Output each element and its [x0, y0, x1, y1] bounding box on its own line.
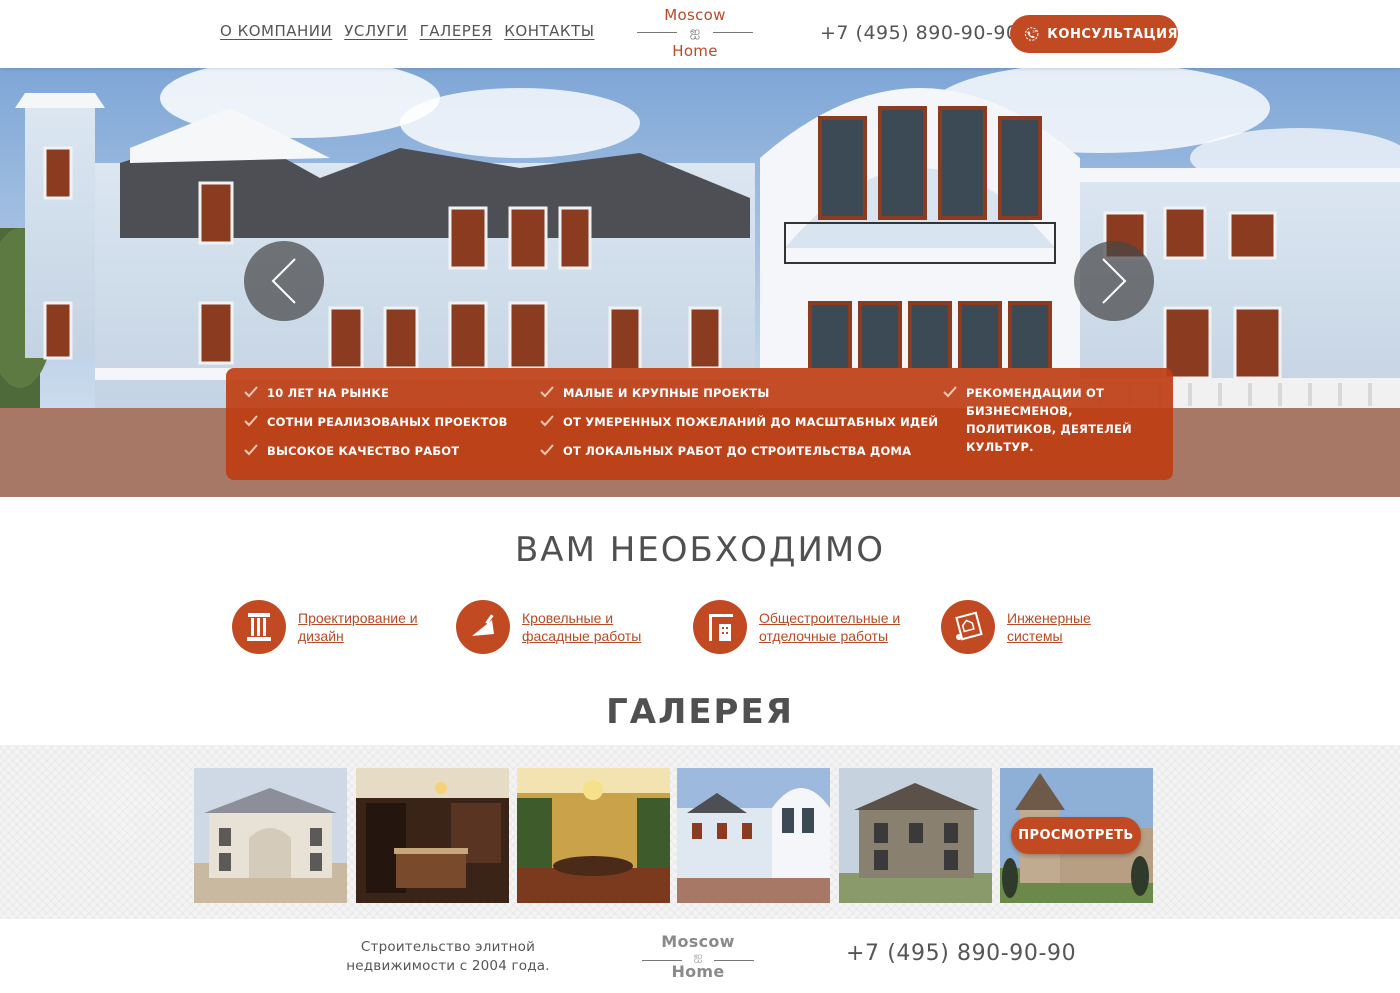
gallery-thumb-villa[interactable] [677, 768, 830, 903]
gallery-image [356, 768, 509, 903]
check-icon [540, 386, 554, 398]
feature-item: 10 ЛЕТ НА РЫНКЕ [244, 384, 514, 402]
phone-24h-icon: 24 [1024, 27, 1039, 41]
gallery-image [677, 768, 830, 903]
slider-next-button[interactable] [1074, 241, 1154, 321]
slider-prev-button[interactable] [244, 241, 324, 321]
feature-item: ВЫСОКОЕ КАЧЕСТВО РАБОТ [244, 442, 534, 460]
nav-link-services[interactable]: УСЛУГИ [344, 22, 407, 40]
consultation-button[interactable]: 24 КОНСУЛЬТАЦИЯ [1010, 15, 1178, 53]
nav-link-about[interactable]: О КОМПАНИИ [220, 22, 332, 40]
gallery-image [194, 768, 347, 903]
main-nav: О КОМПАНИИ УСЛУГИ ГАЛЕРЕЯ КОНТАКТЫ [220, 22, 594, 40]
gallery-thumb-stone-house[interactable] [839, 768, 992, 903]
hero-slider: 10 ЛЕТ НА РЫНКЕ СОТНИ РЕАЛИЗОВАНЫХ ПРОЕК… [0, 68, 1400, 497]
feature-item: ОТ УМЕРЕННЫХ ПОЖЕЛАНИЙ ДО МАСШТАБНЫХ ИДЕ… [540, 413, 940, 431]
service-engineering[interactable]: Инженерные системы [941, 600, 1107, 654]
service-engineering-link[interactable]: Инженерные системы [1007, 609, 1107, 645]
consultation-label: КОНСУЛЬТАЦИЯ [1047, 26, 1178, 42]
site-header: О КОМПАНИИ УСЛУГИ ГАЛЕРЕЯ КОНТАКТЫ Mosco… [0, 0, 1400, 68]
service-icon-circle [941, 600, 995, 654]
service-construction-link[interactable]: Общестроительные и отделочные работы [759, 609, 909, 645]
footer-logo[interactable]: Moscow ஐ Home [642, 932, 754, 982]
site-logo[interactable]: Moscow ஐ Home [637, 6, 753, 60]
check-icon [244, 415, 258, 427]
service-icon-circle [693, 600, 747, 654]
column-icon [247, 613, 271, 641]
service-design[interactable]: Проектирование и дизайн [232, 600, 418, 654]
needs-heading: ВАМ НЕОБХОДИМО [514, 530, 885, 570]
gallery-view-button[interactable]: ПРОСМОТРЕТЬ [1011, 817, 1141, 854]
gallery-heading: ГАЛЕРЕЯ [0, 692, 1400, 732]
check-icon [244, 386, 258, 398]
service-roofing[interactable]: Кровельные и фасадные работы [456, 600, 662, 654]
check-icon [943, 386, 957, 398]
check-icon [244, 444, 258, 456]
logo-line-2: Home [672, 42, 718, 60]
features-panel: 10 ЛЕТ НА РЫНКЕ СОТНИ РЕАЛИЗОВАНЫХ ПРОЕК… [226, 368, 1173, 480]
gallery-heading-text: ГАЛЕРЕЯ [596, 692, 804, 732]
feature-item: СОТНИ РЕАЛИЗОВАНЫХ ПРОЕКТОВ [244, 413, 534, 431]
service-icon-circle [232, 600, 286, 654]
logo-ornament: ஐ [642, 951, 754, 962]
feature-item: ОТ ЛОКАЛЬНЫХ РАБОТ ДО СТРОИТЕЛЬСТВА ДОМА [540, 442, 940, 460]
logo-line-1: Moscow [664, 6, 726, 24]
check-icon [540, 444, 554, 456]
trowel-icon [472, 614, 494, 636]
service-construction[interactable]: Общестроительные и отделочные работы [693, 600, 909, 654]
feature-item: МАЛЫЕ И КРУПНЫЕ ПРОЕКТЫ [540, 384, 920, 402]
logo-line-2: Home [671, 962, 725, 981]
crane-icon [709, 614, 733, 641]
chevron-left-icon [271, 258, 296, 304]
footer-tagline: Строительство элитной недвижимости с 200… [346, 939, 550, 974]
gallery-image [839, 768, 992, 903]
logo-line-1: Moscow [661, 932, 735, 951]
gallery-thumb-dining[interactable] [517, 768, 670, 903]
service-design-link[interactable]: Проектирование и дизайн [298, 609, 418, 645]
nav-link-gallery[interactable]: ГАЛЕРЕЯ [420, 22, 493, 40]
chevron-right-icon [1102, 258, 1127, 304]
service-roofing-link[interactable]: Кровельные и фасадные работы [522, 609, 662, 645]
nav-link-contacts[interactable]: КОНТАКТЫ [504, 22, 594, 40]
gallery-thumb-kitchen[interactable] [356, 768, 509, 903]
gallery-thumb-mansion[interactable] [194, 768, 347, 903]
blueprint-icon [955, 611, 983, 641]
gallery-image [517, 768, 670, 903]
header-phone[interactable]: +7 (495) 890-90-90 [820, 22, 1019, 44]
check-icon [540, 415, 554, 427]
service-icon-circle [456, 600, 510, 654]
feature-item: РЕКОМЕНДАЦИИ ОТ БИЗНЕСМЕНОВ, ПОЛИТИКОВ, … [943, 384, 1158, 456]
logo-ornament: ஐ [637, 24, 753, 42]
footer-phone[interactable]: +7 (495) 890-90-90 [846, 941, 1076, 966]
svg-text:24: 24 [1032, 30, 1037, 34]
